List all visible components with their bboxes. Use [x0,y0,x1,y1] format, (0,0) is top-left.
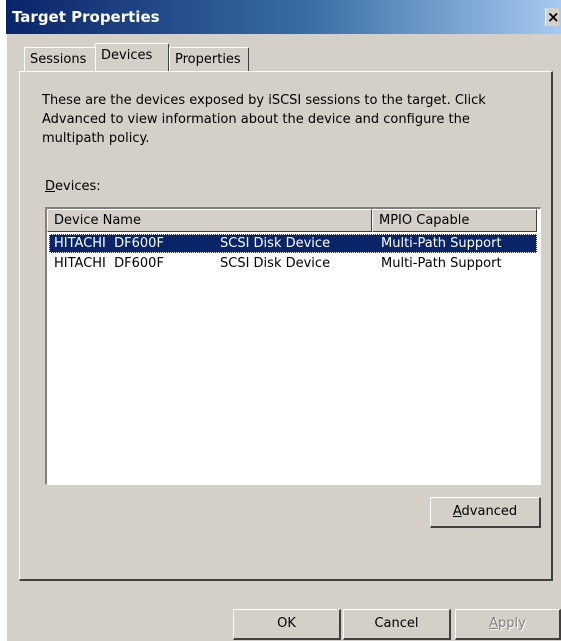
close-icon: × [547,8,559,26]
column-header-label: Device Name [54,213,141,228]
cancel-label: Cancel [374,616,419,631]
tab-label: Properties [175,52,241,67]
advanced-mnemonic: A [452,504,462,519]
devices-list[interactable]: Device Name MPIO Capable HITACHI DF600F … [45,207,541,485]
table-row[interactable]: HITACHI DF600F SCSI Disk Device Multi-Pa… [49,234,537,253]
tab-sessions[interactable]: Sessions [24,47,96,71]
column-header-device-name[interactable]: Device Name [47,209,372,232]
device-type-cell: SCSI Disk Device [220,256,331,271]
apply-mnemonic: A [489,616,499,631]
apply-label: pply [498,616,526,631]
tab-devices[interactable]: Devices [95,43,169,71]
title-bar[interactable]: Target Properties × [6,0,561,34]
cancel-button[interactable]: Cancel [343,609,451,640]
column-header-label: MPIO Capable [379,213,470,228]
devices-label: Devices: [45,179,101,194]
mpio-capable-cell: Multi-Path Support [381,236,502,251]
apply-button: Apply [455,609,561,640]
table-row[interactable]: HITACHI DF600F SCSI Disk Device Multi-Pa… [49,254,537,273]
tab-label: Sessions [30,52,87,67]
window-title: Target Properties [12,8,160,26]
tab-label: Devices [101,48,153,63]
advanced-button[interactable]: Advanced [430,497,541,528]
devices-description: These are the devices exposed by iSCSI s… [42,93,486,146]
device-name-cell: HITACHI DF600F [54,236,164,251]
device-type-cell: SCSI Disk Device [220,236,331,251]
devices-label-text: evices: [55,179,101,194]
ok-button[interactable]: OK [233,609,341,640]
tab-properties[interactable]: Properties [169,47,249,71]
devices-label-mnemonic: D [45,179,56,194]
mpio-capable-cell: Multi-Path Support [381,256,502,271]
close-button[interactable]: × [545,8,559,26]
device-name-cell: HITACHI DF600F [54,256,164,271]
advanced-label: dvanced [461,504,518,519]
column-header-mpio-capable[interactable]: MPIO Capable [372,209,537,232]
ok-label: OK [277,616,296,631]
